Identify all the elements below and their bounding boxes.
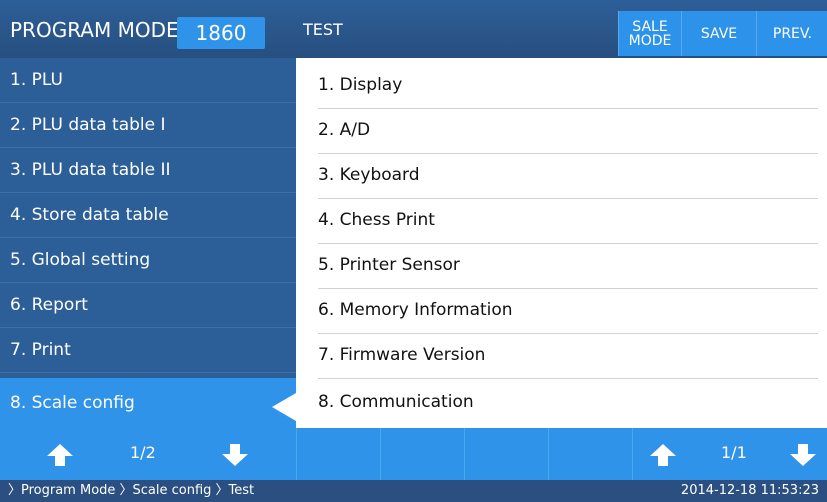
sidebar-item-plu-data-table-1[interactable]: 2. PLU data table I	[0, 103, 296, 148]
sidebar-item-global-setting[interactable]: 5. Global setting	[0, 238, 296, 283]
submenu-item-display[interactable]: 1. Display	[318, 63, 818, 109]
sale-mode-label: SALE MODE	[628, 18, 672, 49]
function-key[interactable]	[296, 428, 381, 480]
up-arrow-icon[interactable]	[648, 442, 678, 468]
submenu-item-firmware-version[interactable]: 7. Firmware Version	[318, 333, 818, 379]
sidebar-item-report[interactable]: 6. Report	[0, 283, 296, 328]
submenu-item-keyboard[interactable]: 3. Keyboard	[318, 153, 818, 199]
submenu-item-ad[interactable]: 2. A/D	[318, 108, 818, 154]
breadcrumb: 〉Program Mode 〉Scale config 〉Test	[8, 483, 255, 498]
paging-bar: 1/2 1/1	[0, 428, 827, 480]
down-arrow-icon[interactable]	[788, 442, 818, 468]
right-pager: 1/1	[632, 428, 827, 480]
sidebar-item-plu[interactable]: 1. PLU	[0, 58, 296, 103]
selection-pointer	[272, 393, 296, 421]
left-page-indicator: 1/2	[130, 443, 156, 462]
submenu-item-chess-print[interactable]: 4. Chess Print	[318, 198, 818, 244]
function-key[interactable]	[548, 428, 633, 480]
datetime: 2014-12-18 11:53:23	[680, 483, 819, 498]
sidebar: 1. PLU 2. PLU data table I 3. PLU data t…	[0, 58, 296, 428]
right-page-indicator: 1/1	[721, 443, 747, 462]
mode-code-field[interactable]: 1860	[177, 17, 265, 49]
save-button[interactable]: SAVE	[681, 11, 756, 56]
sidebar-item-store-data-table[interactable]: 4. Store data table	[0, 193, 296, 238]
sale-mode-button[interactable]: SALE MODE	[618, 11, 681, 56]
function-key[interactable]	[464, 428, 549, 480]
submenu-item-communication[interactable]: 8. Communication	[318, 380, 818, 425]
function-key[interactable]	[380, 428, 465, 480]
submenu-item-printer-sensor[interactable]: 5. Printer Sensor	[318, 243, 818, 289]
down-arrow-icon[interactable]	[220, 442, 250, 468]
sidebar-item-scale-config[interactable]: 8. Scale config	[0, 378, 296, 428]
up-arrow-icon[interactable]	[45, 442, 75, 468]
sidebar-item-plu-data-table-2[interactable]: 3. PLU data table II	[0, 148, 296, 193]
page-title: PROGRAM MODE	[10, 18, 179, 42]
prev-button[interactable]: PREV.	[756, 11, 827, 56]
save-label: SAVE	[700, 25, 738, 42]
sidebar-item-print[interactable]: 7. Print	[0, 328, 296, 373]
left-pager: 1/2	[0, 428, 296, 480]
header-bar: PROGRAM MODE 1860 TEST SALE MODE SAVE PR…	[0, 0, 827, 58]
prev-label: PREV.	[772, 25, 813, 42]
status-bar: 〉Program Mode 〉Scale config 〉Test 2014-1…	[0, 480, 827, 502]
submenu-panel: 1. Display 2. A/D 3. Keyboard 4. Chess P…	[296, 58, 827, 428]
screen-name: TEST	[303, 20, 343, 39]
submenu-item-memory-information[interactable]: 6. Memory Information	[318, 288, 818, 334]
